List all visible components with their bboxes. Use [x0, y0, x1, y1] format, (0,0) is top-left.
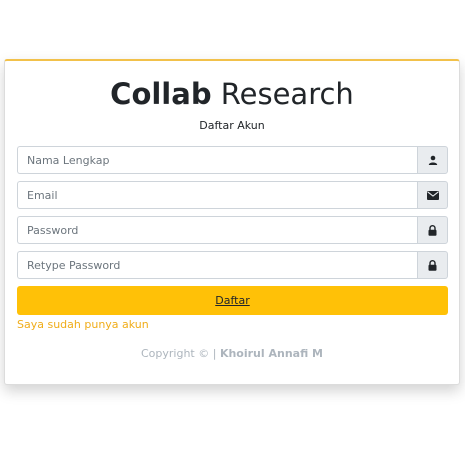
page-title: Collab Research	[5, 77, 459, 111]
envelope-icon	[417, 181, 448, 209]
register-card: Collab Research Daftar Akun Nama Lengkap…	[4, 59, 460, 385]
full-name-input[interactable]	[17, 146, 417, 174]
lock-icon	[417, 251, 448, 279]
retype-password-input[interactable]	[17, 251, 417, 279]
title-bold: Collab	[110, 77, 212, 111]
user-icon	[417, 146, 448, 174]
page-subtitle: Daftar Akun	[199, 119, 265, 132]
author-name: Khoirul Annafi M	[219, 347, 324, 360]
lock-icon	[417, 216, 448, 244]
password-group	[17, 216, 448, 244]
full-name-group	[17, 146, 448, 174]
email-input[interactable]	[17, 181, 417, 209]
copyright-footer: Copyright © | Khoirul Annafi M	[5, 347, 459, 360]
email-group	[17, 181, 448, 209]
login-link[interactable]: Saya sudah punya akun	[17, 318, 149, 331]
title-rest: Research	[211, 77, 354, 111]
retype-password-group	[17, 251, 448, 279]
copyright-prefix: Copyright © |	[140, 347, 220, 360]
register-button[interactable]: Daftar	[17, 286, 448, 315]
password-input[interactable]	[17, 216, 417, 244]
